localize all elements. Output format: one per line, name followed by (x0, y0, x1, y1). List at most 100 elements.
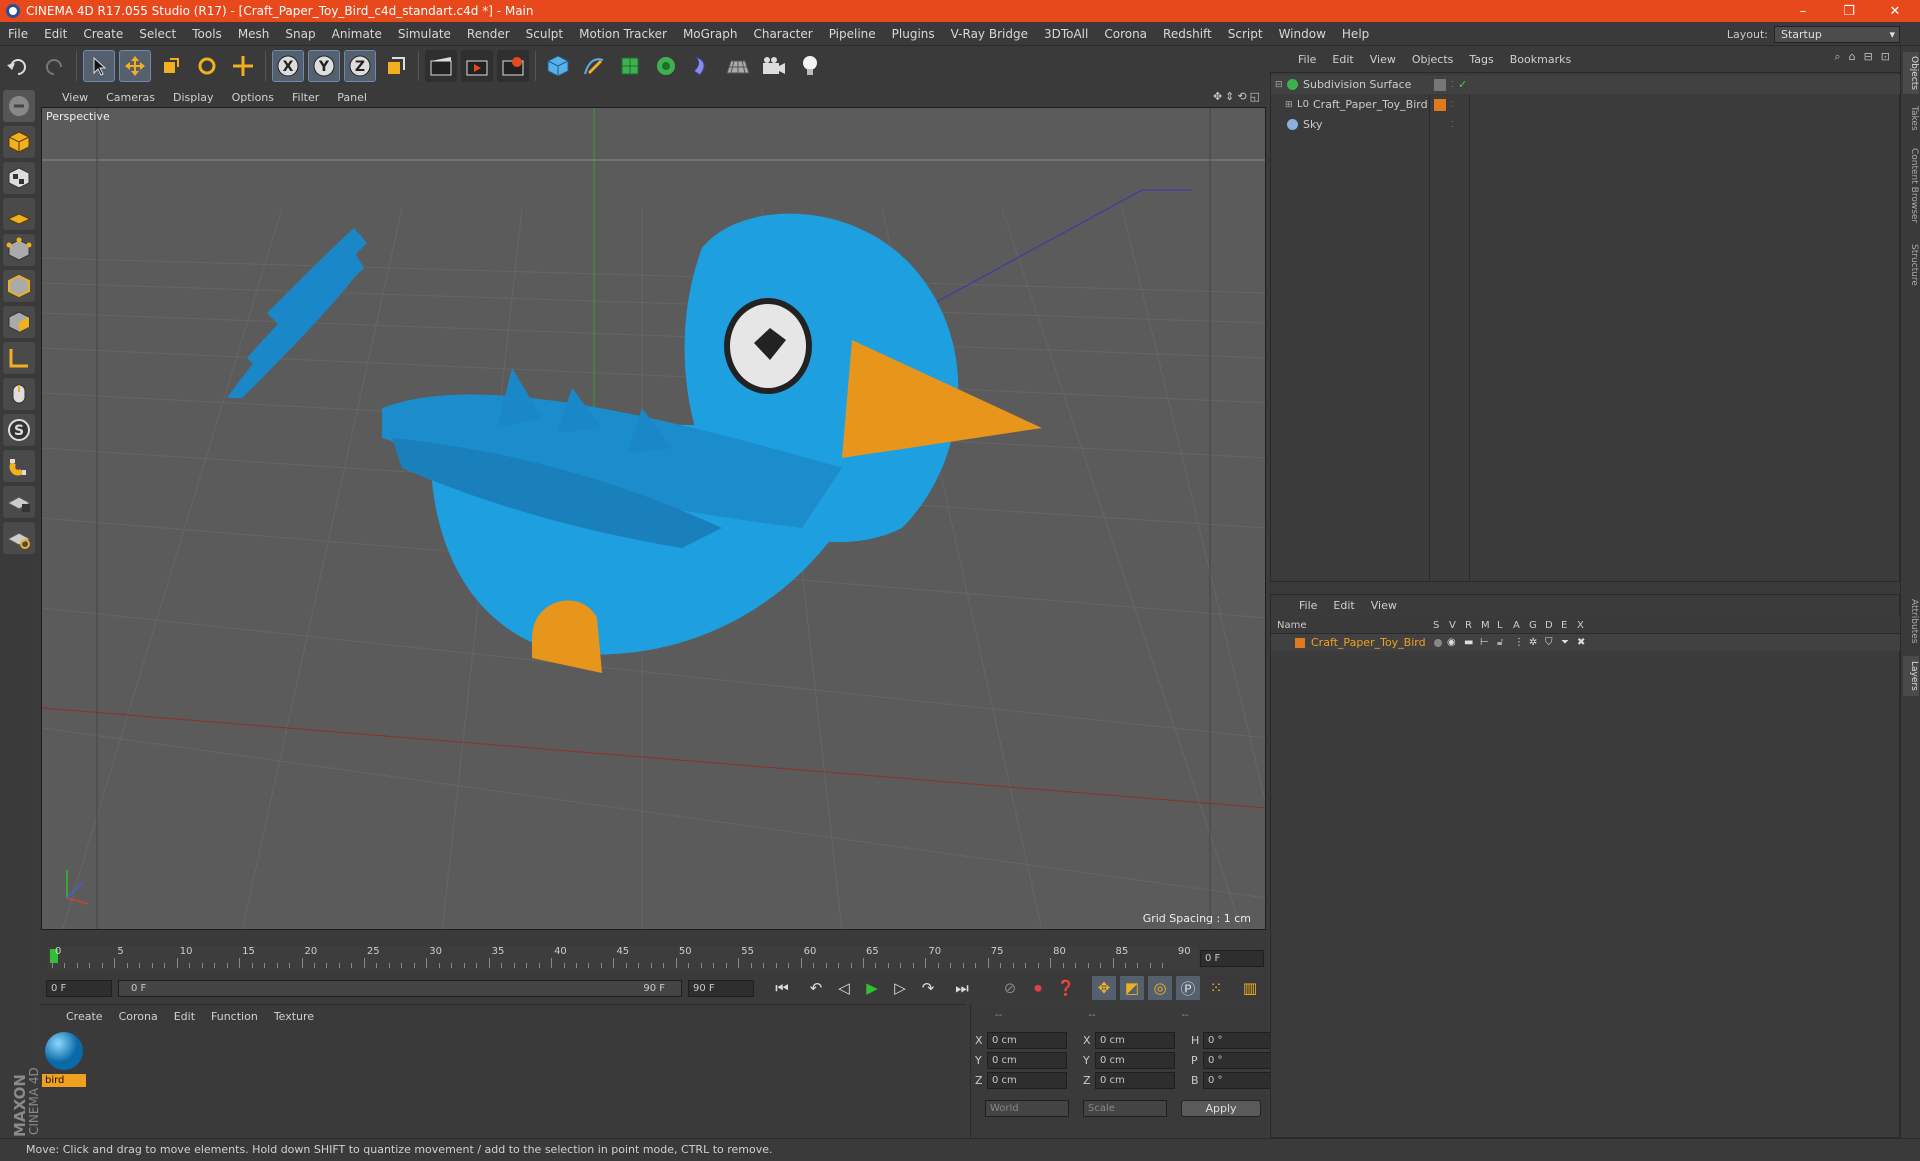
scale-key-button[interactable]: ◩ (1120, 976, 1144, 1000)
layer-color-swatch[interactable] (1295, 637, 1305, 648)
menu-redshift[interactable]: Redshift (1155, 27, 1220, 41)
polygons-mode-button[interactable] (3, 306, 35, 338)
rotation-p-field[interactable]: 0 ° (1203, 1052, 1279, 1069)
om-menu-tags[interactable]: Tags (1469, 53, 1493, 66)
visibility-dots-icon[interactable]: ⁚ (1451, 100, 1454, 109)
undo-button[interactable] (2, 50, 34, 82)
play-button[interactable]: ▶ (860, 976, 884, 1000)
start-frame-field[interactable]: 0 F (46, 979, 112, 997)
planar-workplane-button[interactable] (3, 522, 35, 554)
object-row-craft-paper-toy-bird[interactable]: ⊞ L0 Craft_Paper_Toy_Bird ⁚ (1271, 95, 1901, 114)
enabled-check-icon[interactable]: ✓ (1458, 78, 1467, 91)
make-editable-button[interactable] (3, 90, 35, 122)
workplane-mode-button[interactable] (3, 198, 35, 230)
menu-file[interactable]: File (0, 27, 36, 41)
tab-structure[interactable]: Structure (1903, 240, 1919, 290)
menu-simulate[interactable]: Simulate (390, 27, 459, 41)
menu-edit[interactable]: Edit (36, 27, 75, 41)
parameter-key-button[interactable]: Ⓟ (1176, 976, 1200, 1000)
timeline-window-button[interactable]: ▥ (1238, 976, 1262, 1000)
layout-dropdown[interactable]: Startup ▾ (1774, 25, 1900, 43)
menu-vray-bridge[interactable]: V-Ray Bridge (943, 27, 1036, 41)
y-axis-lock-button[interactable]: Y (308, 50, 340, 82)
viewport-menu-panel[interactable]: Panel (337, 91, 367, 104)
expression-icon[interactable]: ⏷ (1561, 637, 1569, 648)
visibility-dots-icon[interactable]: ⁚ (1451, 80, 1454, 89)
orbit-view-icon[interactable]: ⟲ (1237, 90, 1246, 103)
menu-mesh[interactable]: Mesh (230, 27, 278, 41)
maximize-icon[interactable]: ⊡ (1881, 50, 1890, 64)
render-view-button[interactable] (425, 50, 457, 82)
manager-tree-icon[interactable]: ⊢ (1480, 637, 1489, 648)
size-z-field[interactable]: 0 cm (1095, 1072, 1175, 1089)
timeline-ruler[interactable]: 0 5 10 15 20 25 30 35 40 45 50 55 60 65 70 75 80 85 90 0 F (40, 944, 1266, 972)
add-camera-button[interactable] (758, 50, 790, 82)
viewport-menu-view[interactable]: View (62, 91, 88, 104)
search-icon[interactable]: ⌕ (1834, 50, 1840, 64)
lock-icon[interactable]: 🔓︎ (1497, 637, 1503, 648)
layer-row-craft-paper-toy-bird[interactable]: Craft_Paper_Toy_Bird ◉ ▬ ⊢ 🔓︎ ⋮ ✲ ⛉ ⏷ ✖ (1271, 634, 1901, 651)
menu-3dtoall[interactable]: 3DToAll (1036, 27, 1096, 41)
edit-render-settings-button[interactable] (497, 50, 529, 82)
material-menu-edit[interactable]: Edit (174, 1010, 195, 1023)
om-menu-objects[interactable]: Objects (1412, 53, 1454, 66)
dolly-view-icon[interactable]: ⇕ (1225, 90, 1234, 103)
object-row-subdivision-surface[interactable]: ⊟ Subdivision Surface ⁚ ✓ (1271, 75, 1901, 94)
record-active-objects-button[interactable]: ⊘ (998, 976, 1022, 1000)
menu-snap[interactable]: Snap (277, 27, 323, 41)
frame-range-slider[interactable]: 0 F 90 F (118, 979, 682, 997)
new-view-icon[interactable]: ⊟ (1864, 50, 1873, 64)
tab-content-browser[interactable]: Content Browser (1903, 142, 1919, 230)
menu-plugins[interactable]: Plugins (884, 27, 943, 41)
tab-attributes[interactable]: Attributes (1903, 592, 1919, 650)
om-menu-bookmarks[interactable]: Bookmarks (1510, 53, 1571, 66)
collapse-icon[interactable]: ⊟ (1275, 80, 1283, 90)
tab-takes[interactable]: Takes (1903, 102, 1919, 134)
animation-film-icon[interactable]: ⋮ (1514, 637, 1524, 648)
tweak-mode-button[interactable] (3, 378, 35, 410)
object-row-sky[interactable]: Sky ⁚ (1271, 115, 1901, 134)
size-x-field[interactable]: 0 cm (1095, 1032, 1175, 1049)
model-mode-button[interactable] (3, 126, 35, 158)
size-y-field[interactable]: 0 cm (1095, 1052, 1175, 1069)
home-icon[interactable]: ⌂ (1849, 50, 1856, 64)
add-light-button[interactable] (794, 50, 826, 82)
menu-corona[interactable]: Corona (1096, 27, 1155, 41)
om-menu-view[interactable]: View (1370, 53, 1396, 66)
position-key-button[interactable]: ✥ (1092, 976, 1116, 1000)
point-level-key-button[interactable]: ⁙ (1204, 976, 1228, 1000)
lm-menu-file[interactable]: File (1299, 599, 1317, 612)
lm-menu-edit[interactable]: Edit (1333, 599, 1354, 612)
eye-icon[interactable]: ◉ (1447, 637, 1456, 648)
axis-mode-button[interactable] (3, 342, 35, 374)
points-mode-button[interactable] (3, 234, 35, 266)
next-frame-button[interactable]: ▷ (888, 976, 912, 1000)
add-subdivision-surface-button[interactable] (614, 50, 646, 82)
menu-pipeline[interactable]: Pipeline (821, 27, 884, 41)
viewport-menu-display[interactable]: Display (173, 91, 214, 104)
rotation-key-button[interactable]: ◎ (1148, 976, 1172, 1000)
solo-button[interactable]: S (3, 414, 35, 446)
position-z-field[interactable]: 0 cm (987, 1072, 1067, 1089)
go-to-end-button[interactable]: ⏭ (950, 976, 974, 1000)
add-cloner-button[interactable] (650, 50, 682, 82)
menu-render[interactable]: Render (459, 27, 518, 41)
autokeying-button[interactable]: ⏺ (1026, 976, 1050, 1000)
render-to-picture-viewer-button[interactable] (461, 50, 493, 82)
xref-icon[interactable]: ✖ (1577, 637, 1585, 648)
solo-dot-icon[interactable] (1434, 638, 1442, 647)
keyframe-selection-button[interactable]: ❓ (1054, 976, 1078, 1000)
viewport-menu-options[interactable]: Options (232, 91, 274, 104)
menu-select[interactable]: Select (131, 27, 184, 41)
deformer-shield-icon[interactable]: ⛉ (1545, 637, 1553, 648)
material-menu-create[interactable]: Create (66, 1010, 103, 1023)
minimize-button[interactable]: – (1780, 0, 1826, 22)
om-menu-edit[interactable]: Edit (1332, 53, 1353, 66)
edges-mode-button[interactable] (3, 270, 35, 302)
size-mode-dropdown[interactable]: Scale (1083, 1100, 1167, 1117)
add-spline-pen-button[interactable] (578, 50, 610, 82)
add-deformer-button[interactable] (686, 50, 718, 82)
material-swatch-bird[interactable]: bird (42, 1029, 86, 1087)
menu-mograph[interactable]: MoGraph (675, 27, 746, 41)
lm-menu-view[interactable]: View (1371, 599, 1397, 612)
